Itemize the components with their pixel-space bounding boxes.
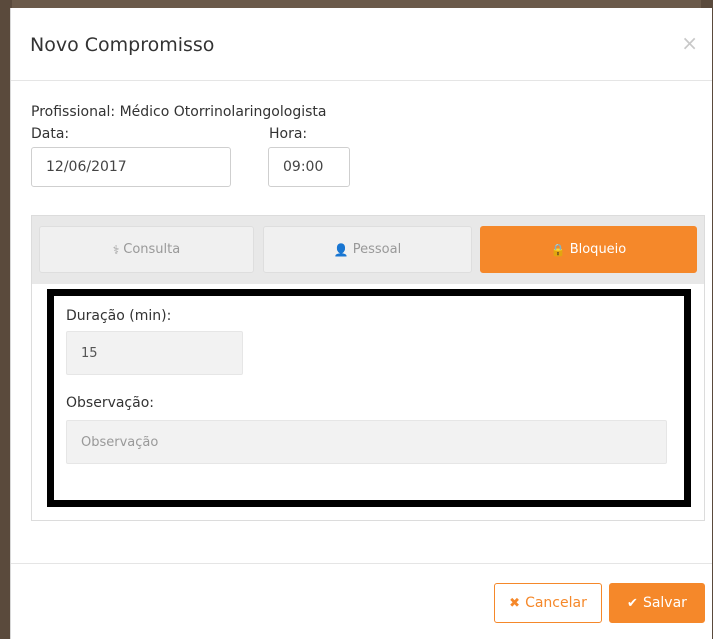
observacao-field[interactable]: Observação [66,420,667,464]
times-icon: ✖ [509,595,521,611]
observacao-label: Observação: [66,395,154,411]
novo-compromisso-modal: Novo Compromisso × Profissional: Médico … [10,8,712,639]
profissional-label: Profissional: Médico Otorrinolaringologi… [31,104,327,120]
data-label: Data: [31,126,70,142]
tab-bar: ⚕ Consulta 👤 Pessoal 🔒 Bloqueio [32,216,704,284]
user-icon: 👤 [333,242,349,257]
tab-pessoal-label: Pessoal [352,242,402,257]
close-icon[interactable]: × [681,33,698,53]
appointment-type-panel: ⚕ Consulta 👤 Pessoal 🔒 Bloqueio Duração … [31,215,705,521]
tab-bloqueio-label: Bloqueio [569,242,627,257]
cancel-button[interactable]: ✖ Cancelar [494,583,602,623]
tab-consulta-label: Consulta [123,242,181,257]
tab-bloqueio[interactable]: 🔒 Bloqueio [480,226,697,273]
date-field[interactable]: 12/06/2017 [31,147,231,187]
hora-label: Hora: [269,126,308,142]
duracao-label: Duração (min): [66,308,172,324]
check-icon: ✔ [627,595,638,611]
tab-pessoal[interactable]: 👤 Pessoal [263,226,472,273]
bloqueio-form: Duração (min): 15 Observação: Observação [47,289,691,507]
save-button-label: Salvar [642,595,687,611]
time-field[interactable]: 09:00 [268,147,350,187]
modal-header: Novo Compromisso × [11,8,712,81]
modal-footer: ✖ Cancelar ✔ Salvar [11,563,712,639]
user-md-icon: ⚕ [112,242,120,257]
lock-icon: 🔒 [550,242,566,257]
save-button[interactable]: ✔ Salvar [609,583,705,623]
cancel-button-label: Cancelar [525,595,587,611]
duracao-field[interactable]: 15 [66,331,243,375]
modal-title: Novo Compromisso [30,34,215,56]
tab-consulta[interactable]: ⚕ Consulta [39,226,254,273]
